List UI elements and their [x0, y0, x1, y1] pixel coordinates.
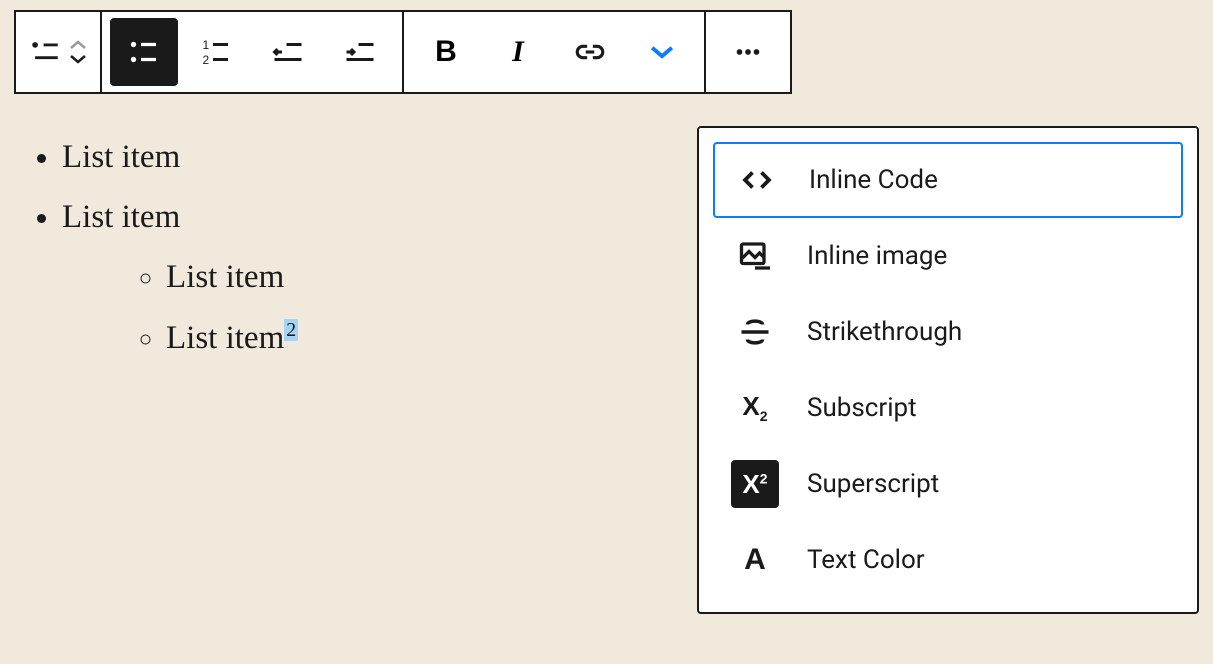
numbered-list-icon: 1 2 — [198, 34, 234, 70]
chevron-down-icon — [648, 38, 676, 66]
format-dropdown: Inline Code Inline image Strikethrough X… — [697, 126, 1199, 614]
toolbar-group-block — [16, 12, 102, 92]
list-item-text: List item — [166, 320, 284, 356]
superscript-icon: X2 — [731, 460, 779, 508]
list-item[interactable]: List item List item List item2 — [62, 194, 298, 361]
superscript-text: 2 — [284, 319, 298, 341]
dropdown-item-label: Subscript — [807, 393, 917, 423]
list-item[interactable]: List item2 — [166, 315, 298, 361]
list-item[interactable]: List item — [166, 254, 298, 300]
link-icon — [573, 35, 607, 69]
list-block-type-button[interactable] — [24, 18, 92, 86]
italic-button[interactable]: I — [484, 18, 552, 86]
dropdown-item-label: Strikethrough — [807, 317, 962, 347]
bullet-list: List item List item List item List item2 — [24, 134, 298, 361]
indent-icon — [342, 34, 378, 70]
list-item-text: List item — [62, 199, 180, 235]
dropdown-item-subscript[interactable]: X2 Subscript — [713, 370, 1183, 446]
toolbar-group-list: 1 2 — [102, 12, 404, 92]
dropdown-item-inline-image[interactable]: Inline image — [713, 218, 1183, 294]
toolbar-group-format: B I — [404, 12, 706, 92]
dropdown-item-label: Inline Code — [809, 165, 938, 195]
link-button[interactable] — [556, 18, 624, 86]
bullet-list-icon — [126, 34, 162, 70]
chevron-up-icon — [68, 38, 88, 52]
list-block-icon — [28, 34, 62, 70]
ordered-list-button[interactable]: 1 2 — [182, 18, 250, 86]
bold-icon: B — [435, 35, 457, 69]
editor-content[interactable]: List item List item List item List item2 — [24, 120, 298, 375]
svg-text:1: 1 — [203, 38, 210, 52]
dropdown-item-label: Superscript — [807, 469, 939, 499]
bold-button[interactable]: B — [412, 18, 480, 86]
toolbar-group-more — [706, 12, 790, 92]
dropdown-item-strikethrough[interactable]: Strikethrough — [713, 294, 1183, 370]
dropdown-item-inline-code[interactable]: Inline Code — [713, 142, 1183, 218]
chevron-down-icon — [68, 52, 88, 66]
text-color-icon: A — [731, 536, 779, 584]
strikethrough-icon — [731, 308, 779, 356]
unordered-list-button[interactable] — [110, 18, 178, 86]
more-horizontal-icon — [731, 35, 765, 69]
more-options-button[interactable] — [714, 18, 782, 86]
subscript-icon: X2 — [731, 384, 779, 432]
outdent-icon — [270, 34, 306, 70]
list-item-text: List item — [166, 259, 284, 295]
list-item[interactable]: List item — [62, 134, 298, 180]
block-toolbar: 1 2 B I — [14, 10, 792, 94]
more-formatting-button[interactable] — [628, 18, 696, 86]
nested-bullet-list: List item List item2 — [62, 254, 298, 360]
indent-button[interactable] — [326, 18, 394, 86]
code-icon — [733, 156, 781, 204]
dropdown-item-label: Text Color — [807, 545, 925, 575]
dropdown-item-text-color[interactable]: A Text Color — [713, 522, 1183, 598]
dropdown-item-superscript[interactable]: X2 Superscript — [713, 446, 1183, 522]
svg-text:2: 2 — [203, 53, 210, 67]
dropdown-item-label: Inline image — [807, 241, 947, 271]
image-icon — [731, 232, 779, 280]
list-item-text: List item — [62, 139, 180, 175]
italic-icon: I — [512, 35, 524, 69]
outdent-button[interactable] — [254, 18, 322, 86]
